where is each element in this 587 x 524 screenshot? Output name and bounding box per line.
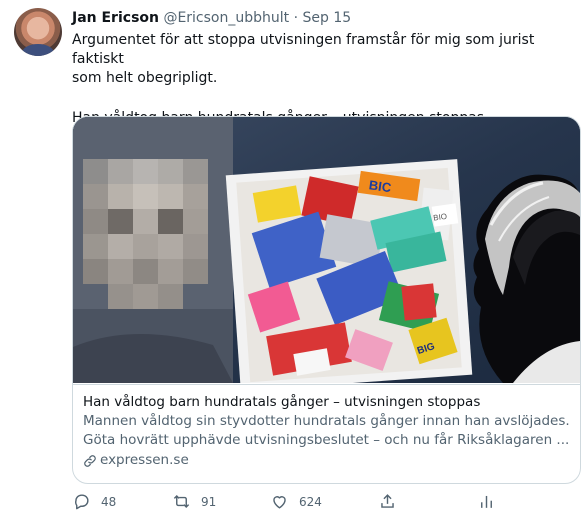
reply-icon bbox=[75, 494, 89, 510]
card-details[interactable]: Han våldtog barn hundratals gånger – utv… bbox=[73, 384, 580, 483]
reply-count: 48 bbox=[101, 494, 117, 509]
like-count: 624 bbox=[299, 494, 322, 509]
tweet[interactable]: Jan Ericson @Ericson_ubbhult · Sep 15 Ar… bbox=[0, 0, 587, 524]
analytics-button[interactable] bbox=[477, 492, 496, 511]
card-image-illustration: BIC BIG BIO bbox=[73, 117, 580, 383]
silhouette bbox=[473, 174, 580, 383]
tweet-text-line: som helt obegripligt. bbox=[72, 70, 218, 86]
retweet-count: 91 bbox=[201, 494, 217, 509]
tweet-text: Argumentet för att stoppa utvisningen fr… bbox=[72, 31, 572, 128]
items-photo: BIC BIG BIO bbox=[225, 159, 473, 383]
reply-button[interactable]: 48 bbox=[72, 492, 116, 511]
tweet-header: Jan Ericson @Ericson_ubbhult · Sep 15 bbox=[72, 10, 351, 26]
tweet-date[interactable]: Sep 15 bbox=[303, 10, 352, 26]
retweet-button[interactable]: 91 bbox=[172, 492, 216, 511]
card-description: Göta hovrätt upphävde utvisningsbeslutet… bbox=[83, 432, 570, 448]
pixelated-face bbox=[73, 117, 233, 383]
like-button[interactable]: 624 bbox=[270, 492, 322, 511]
link-icon bbox=[84, 454, 96, 467]
card-domain-text[interactable]: expressen.se bbox=[100, 450, 189, 471]
link-card[interactable]: BIC BIG BIO Han våldtog barn hundratals … bbox=[72, 116, 581, 484]
share-icon bbox=[381, 494, 394, 508]
bio-label: BIO bbox=[433, 212, 448, 223]
author-name[interactable]: Jan Ericson bbox=[72, 10, 159, 26]
retweet-icon bbox=[173, 494, 190, 509]
card-image[interactable]: BIC BIG BIO bbox=[73, 117, 580, 383]
share-button[interactable] bbox=[378, 492, 397, 511]
card-description: Mannen våldtog sin styvdotter hundratals… bbox=[83, 413, 570, 429]
author-handle[interactable]: @Ericson_ubbhult bbox=[163, 10, 289, 26]
card-title[interactable]: Han våldtog barn hundratals gånger – utv… bbox=[83, 393, 570, 412]
separator-dot: · bbox=[293, 10, 299, 26]
analytics-icon bbox=[481, 495, 492, 508]
tweet-actions: 48 91 624 bbox=[72, 492, 492, 516]
card-domain[interactable]: expressen.se bbox=[83, 450, 570, 471]
heart-icon bbox=[273, 496, 286, 509]
bic-label: BIC bbox=[368, 177, 393, 195]
avatar[interactable] bbox=[14, 8, 62, 56]
tweet-text-line: Argumentet för att stoppa utvisningen fr… bbox=[72, 32, 535, 67]
